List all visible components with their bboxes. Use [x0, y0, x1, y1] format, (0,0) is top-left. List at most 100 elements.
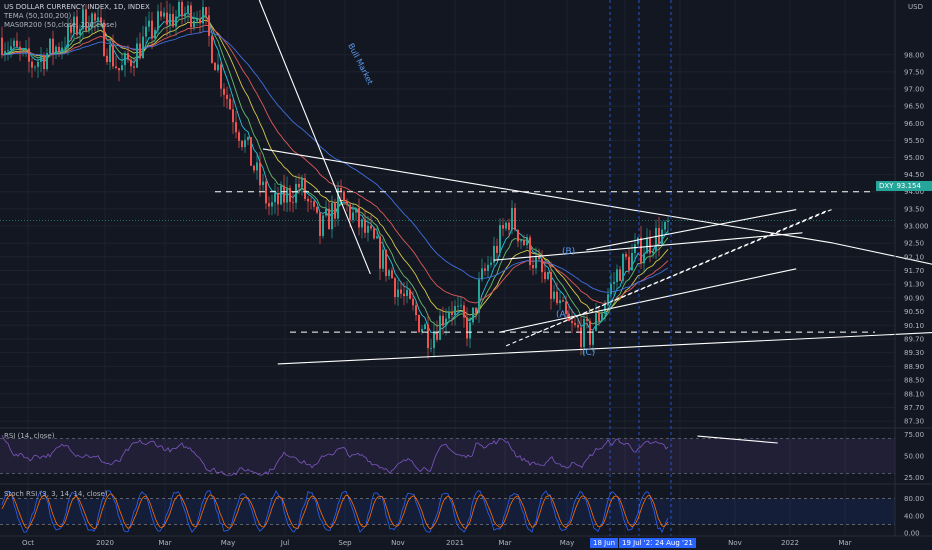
- candle-body: [301, 178, 303, 188]
- candle-body: [175, 16, 177, 27]
- ma-legend[interactable]: MAS0R200 (50,close, 200,close): [4, 21, 150, 30]
- candle-body: [46, 53, 48, 70]
- candle-body: [181, 1, 183, 17]
- candle-body: [550, 272, 552, 299]
- price-tick-label: 87.30: [904, 418, 924, 426]
- candle-body: [439, 315, 441, 340]
- candle-body: [580, 327, 582, 348]
- candle-body: [16, 40, 18, 47]
- candle-body: [277, 193, 279, 205]
- candle-body: [574, 323, 576, 325]
- price-tick-label: 89.30: [904, 349, 924, 357]
- candle-body: [136, 43, 138, 68]
- candle-body: [79, 29, 81, 35]
- candle-body: [634, 244, 636, 253]
- candle-body: [418, 314, 420, 333]
- candle-body: [283, 185, 285, 203]
- candle-body: [130, 59, 132, 67]
- price-axis[interactable]: 98.00 97.50 97.00 96.50 96.00 95.50 95.00 94.50…: [894, 0, 929, 538]
- stoch-rsi-legend[interactable]: Stoch RSI (3, 3, 14, 14, close): [4, 490, 108, 499]
- wave-b-label: (B): [562, 247, 575, 257]
- time-tick-label: Nov: [728, 539, 742, 547]
- candle-body: [280, 185, 282, 205]
- trendline: [277, 332, 932, 365]
- candle-body: [166, 12, 168, 25]
- time-tick-label: Oct: [22, 539, 34, 547]
- rsi-legend[interactable]: RSI (14, close): [4, 432, 54, 441]
- candle-body: [457, 305, 459, 307]
- price-tag-symbol: DXY: [879, 182, 894, 190]
- candle-body: [250, 137, 252, 166]
- candle-body: [106, 55, 108, 63]
- candle-body: [25, 48, 27, 50]
- candle-body: [31, 61, 33, 68]
- candle-body: [232, 109, 234, 123]
- candle-body: [508, 222, 510, 230]
- time-axis[interactable]: Oct2020MarMayJulSepNov2021MarMayJulSepNo…: [0, 535, 932, 547]
- symbol-title[interactable]: US DOLLAR CURRENCY INDEX, 1D, INDEX: [4, 3, 150, 12]
- candle-body: [13, 40, 15, 47]
- price-tick-label: 97.50: [904, 68, 924, 76]
- candle-body: [304, 178, 306, 199]
- rsi-tick-label: 75.00: [904, 431, 924, 439]
- candle-body: [298, 183, 300, 188]
- candle-body: [625, 254, 627, 257]
- candle-body: [295, 183, 297, 203]
- candle-body: [211, 35, 213, 63]
- price-tick-label: 88.50: [904, 377, 924, 385]
- candle-body: [655, 227, 657, 252]
- price-tick-label: 91.70: [904, 267, 924, 275]
- candle-body: [259, 162, 261, 186]
- candle-body: [619, 269, 621, 281]
- candle-body: [643, 253, 645, 264]
- date-marker-tag: 24 Aug '21: [652, 538, 696, 548]
- price-tick-label: 93.50: [904, 205, 924, 213]
- candle-body: [547, 272, 549, 280]
- candle-body: [214, 62, 216, 71]
- candle-body: [622, 254, 624, 281]
- candle-body: [253, 165, 255, 171]
- price-tick-label: 96.00: [904, 120, 924, 128]
- time-tick-label: Sep: [338, 539, 352, 547]
- candle-body: [562, 300, 564, 302]
- candle-body: [334, 202, 336, 219]
- price-tick-label: 89.70: [904, 335, 924, 343]
- candle-body: [448, 311, 450, 319]
- candle-body: [310, 201, 312, 203]
- candle-body: [406, 289, 408, 296]
- candle-body: [598, 313, 600, 321]
- chart-canvas[interactable]: Bull Market (A) (B) (C) 98.00 97.50 97.00 96.5…: [0, 0, 932, 550]
- candle-body: [481, 268, 483, 280]
- candle-body: [559, 300, 561, 304]
- candle-body: [391, 270, 393, 279]
- main-legend: US DOLLAR CURRENCY INDEX, 1D, INDEX TEMA…: [4, 3, 150, 30]
- candle-body: [400, 289, 402, 294]
- candle-body: [43, 55, 45, 70]
- candle-body: [586, 318, 588, 322]
- candle-body: [541, 259, 543, 273]
- price-tick-label: 95.00: [904, 154, 924, 162]
- tema-legend[interactable]: TEMA (50,100,200): [4, 12, 150, 21]
- candle-body: [265, 181, 267, 204]
- candle-body: [490, 262, 492, 265]
- time-tick-label: Mar: [158, 539, 171, 547]
- candle-body: [187, 5, 189, 14]
- candle-body: [646, 237, 648, 254]
- candle-body: [607, 294, 609, 306]
- candle-body: [340, 187, 342, 192]
- candle-body: [523, 240, 525, 246]
- candle-body: [520, 240, 522, 242]
- candle-body: [484, 268, 486, 271]
- candle-body: [40, 55, 42, 62]
- candle-body: [661, 229, 663, 245]
- candle-body: [220, 64, 222, 89]
- stoch-rsi-pane: [0, 490, 895, 534]
- candle-body: [472, 307, 474, 323]
- price-tick-label: 93.000: [904, 222, 929, 230]
- candle-body: [112, 45, 114, 67]
- moving-average-line: [1, 11, 669, 336]
- candle-body: [601, 313, 603, 321]
- candle-body: [616, 269, 618, 282]
- price-tick-label: 97.00: [904, 86, 924, 94]
- candle-body: [235, 122, 237, 133]
